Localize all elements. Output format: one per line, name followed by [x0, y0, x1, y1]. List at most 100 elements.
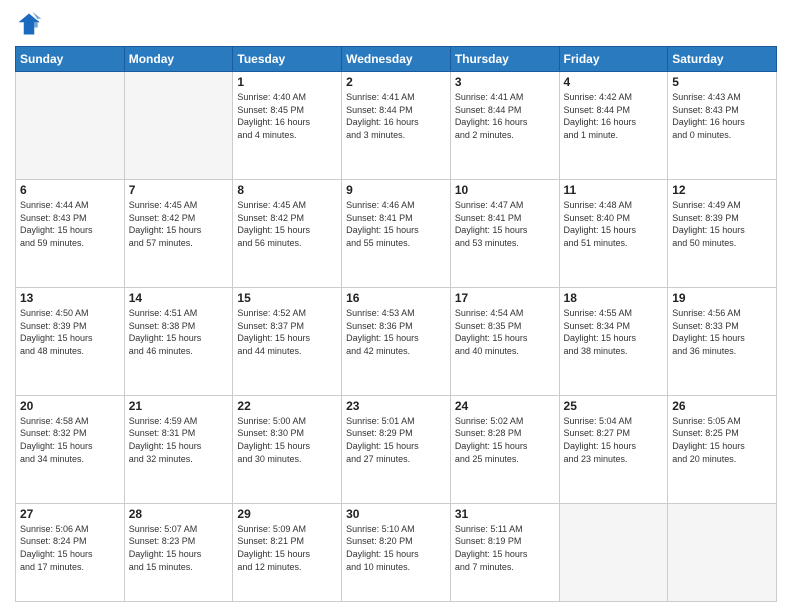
day-number: 9 — [346, 183, 446, 197]
day-number: 19 — [672, 291, 772, 305]
day-number: 10 — [455, 183, 555, 197]
day-info: Sunrise: 4:45 AM Sunset: 8:42 PM Dayligh… — [237, 199, 337, 249]
day-info: Sunrise: 4:51 AM Sunset: 8:38 PM Dayligh… — [129, 307, 229, 357]
day-info: Sunrise: 4:55 AM Sunset: 8:34 PM Dayligh… — [564, 307, 664, 357]
week-row-5: 27 Sunrise: 5:06 AM Sunset: 8:24 PM Dayli… — [16, 503, 777, 601]
day-info: Sunrise: 4:59 AM Sunset: 8:31 PM Dayligh… — [129, 415, 229, 465]
calendar-cell: 8 Sunrise: 4:45 AM Sunset: 8:42 PM Daylig… — [233, 179, 342, 287]
day-info: Sunrise: 4:58 AM Sunset: 8:32 PM Dayligh… — [20, 415, 120, 465]
day-number: 29 — [237, 507, 337, 521]
day-number: 20 — [20, 399, 120, 413]
day-info: Sunrise: 5:05 AM Sunset: 8:25 PM Dayligh… — [672, 415, 772, 465]
day-number: 17 — [455, 291, 555, 305]
calendar-cell: 16Sunrise: 4:53 AM Sunset: 8:36 PM Dayli… — [342, 287, 451, 395]
calendar-cell: 11 Sunrise: 4:48 AM Sunset: 8:40 PM Dayli… — [559, 179, 668, 287]
day-number: 22 — [237, 399, 337, 413]
weekday-header-monday: Monday — [124, 47, 233, 72]
day-number: 24 — [455, 399, 555, 413]
weekday-header-wednesday: Wednesday — [342, 47, 451, 72]
day-number: 14 — [129, 291, 229, 305]
calendar-cell: 7 Sunrise: 4:45 AM Sunset: 8:42 PM Daylig… — [124, 179, 233, 287]
day-info: Sunrise: 4:44 AM Sunset: 8:43 PM Dayligh… — [20, 199, 120, 249]
day-info: Sunrise: 4:54 AM Sunset: 8:35 PM Dayligh… — [455, 307, 555, 357]
day-info: Sunrise: 4:48 AM Sunset: 8:40 PM Dayligh… — [564, 199, 664, 249]
calendar-cell: 28 Sunrise: 5:07 AM Sunset: 8:23 PM Dayli… — [124, 503, 233, 601]
day-number: 11 — [564, 183, 664, 197]
day-number: 3 — [455, 75, 555, 89]
day-number: 5 — [672, 75, 772, 89]
calendar-cell: 24 Sunrise: 5:02 AM Sunset: 8:28 PM Dayli… — [450, 395, 559, 503]
day-number: 30 — [346, 507, 446, 521]
day-number: 26 — [672, 399, 772, 413]
day-number: 27 — [20, 507, 120, 521]
calendar-cell: 6 Sunrise: 4:44 AM Sunset: 8:43 PM Daylig… — [16, 179, 125, 287]
calendar-cell: 12 Sunrise: 4:49 AM Sunset: 8:39 PM Dayli… — [668, 179, 777, 287]
weekday-header-row: SundayMondayTuesdayWednesdayThursdayFrid… — [16, 47, 777, 72]
weekday-header-saturday: Saturday — [668, 47, 777, 72]
day-info: Sunrise: 5:11 AM Sunset: 8:19 PM Dayligh… — [455, 523, 555, 573]
day-info: Sunrise: 5:04 AM Sunset: 8:27 PM Dayligh… — [564, 415, 664, 465]
day-number: 18 — [564, 291, 664, 305]
day-info: Sunrise: 4:53 AM Sunset: 8:36 PM Dayligh… — [346, 307, 446, 357]
day-info: Sunrise: 4:40 AM Sunset: 8:45 PM Dayligh… — [237, 91, 337, 141]
week-row-3: 13 Sunrise: 4:50 AM Sunset: 8:39 PM Dayli… — [16, 287, 777, 395]
calendar: SundayMondayTuesdayWednesdayThursdayFrid… — [15, 46, 777, 602]
calendar-cell: 19 Sunrise: 4:56 AM Sunset: 8:33 PM Dayli… — [668, 287, 777, 395]
logo-icon — [15, 10, 43, 38]
day-info: Sunrise: 5:06 AM Sunset: 8:24 PM Dayligh… — [20, 523, 120, 573]
calendar-cell: 14 Sunrise: 4:51 AM Sunset: 8:38 PM Dayli… — [124, 287, 233, 395]
day-number: 6 — [20, 183, 120, 197]
weekday-header-tuesday: Tuesday — [233, 47, 342, 72]
day-number: 15 — [237, 291, 337, 305]
calendar-cell: 18 Sunrise: 4:55 AM Sunset: 8:34 PM Dayli… — [559, 287, 668, 395]
calendar-cell: 3 Sunrise: 4:41 AM Sunset: 8:44 PM Daylig… — [450, 72, 559, 180]
calendar-cell: 15 Sunrise: 4:52 AM Sunset: 8:37 PM Dayli… — [233, 287, 342, 395]
calendar-cell: 30Sunrise: 5:10 AM Sunset: 8:20 PM Dayli… — [342, 503, 451, 601]
logo — [15, 10, 47, 38]
day-number: 13 — [20, 291, 120, 305]
calendar-cell: 26 Sunrise: 5:05 AM Sunset: 8:25 PM Dayli… — [668, 395, 777, 503]
day-number: 28 — [129, 507, 229, 521]
calendar-cell — [668, 503, 777, 601]
calendar-cell: 4Sunrise: 4:42 AM Sunset: 8:44 PM Daylig… — [559, 72, 668, 180]
calendar-cell: 20 Sunrise: 4:58 AM Sunset: 8:32 PM Dayli… — [16, 395, 125, 503]
calendar-cell — [559, 503, 668, 601]
day-info: Sunrise: 4:46 AM Sunset: 8:41 PM Dayligh… — [346, 199, 446, 249]
weekday-header-thursday: Thursday — [450, 47, 559, 72]
day-number: 7 — [129, 183, 229, 197]
calendar-cell: 23Sunrise: 5:01 AM Sunset: 8:29 PM Dayli… — [342, 395, 451, 503]
day-info: Sunrise: 5:00 AM Sunset: 8:30 PM Dayligh… — [237, 415, 337, 465]
day-info: Sunrise: 4:41 AM Sunset: 8:44 PM Dayligh… — [346, 91, 446, 141]
week-row-2: 6 Sunrise: 4:44 AM Sunset: 8:43 PM Daylig… — [16, 179, 777, 287]
week-row-1: 1 Sunrise: 4:40 AM Sunset: 8:45 PM Daylig… — [16, 72, 777, 180]
day-info: Sunrise: 4:45 AM Sunset: 8:42 PM Dayligh… — [129, 199, 229, 249]
day-info: Sunrise: 4:56 AM Sunset: 8:33 PM Dayligh… — [672, 307, 772, 357]
calendar-cell: 2Sunrise: 4:41 AM Sunset: 8:44 PM Daylig… — [342, 72, 451, 180]
weekday-header-friday: Friday — [559, 47, 668, 72]
calendar-cell: 21Sunrise: 4:59 AM Sunset: 8:31 PM Dayli… — [124, 395, 233, 503]
page: SundayMondayTuesdayWednesdayThursdayFrid… — [0, 0, 792, 612]
day-number: 4 — [564, 75, 664, 89]
header — [15, 10, 777, 38]
calendar-cell: 17 Sunrise: 4:54 AM Sunset: 8:35 PM Dayli… — [450, 287, 559, 395]
calendar-cell: 13 Sunrise: 4:50 AM Sunset: 8:39 PM Dayli… — [16, 287, 125, 395]
day-number: 25 — [564, 399, 664, 413]
day-info: Sunrise: 4:41 AM Sunset: 8:44 PM Dayligh… — [455, 91, 555, 141]
week-row-4: 20 Sunrise: 4:58 AM Sunset: 8:32 PM Dayli… — [16, 395, 777, 503]
day-info: Sunrise: 4:50 AM Sunset: 8:39 PM Dayligh… — [20, 307, 120, 357]
day-info: Sunrise: 4:49 AM Sunset: 8:39 PM Dayligh… — [672, 199, 772, 249]
day-info: Sunrise: 4:47 AM Sunset: 8:41 PM Dayligh… — [455, 199, 555, 249]
calendar-cell — [16, 72, 125, 180]
day-number: 12 — [672, 183, 772, 197]
calendar-cell: 1 Sunrise: 4:40 AM Sunset: 8:45 PM Daylig… — [233, 72, 342, 180]
day-info: Sunrise: 5:07 AM Sunset: 8:23 PM Dayligh… — [129, 523, 229, 573]
calendar-cell — [124, 72, 233, 180]
day-number: 1 — [237, 75, 337, 89]
calendar-cell: 22 Sunrise: 5:00 AM Sunset: 8:30 PM Dayli… — [233, 395, 342, 503]
calendar-cell: 27 Sunrise: 5:06 AM Sunset: 8:24 PM Dayli… — [16, 503, 125, 601]
day-number: 8 — [237, 183, 337, 197]
day-info: Sunrise: 5:02 AM Sunset: 8:28 PM Dayligh… — [455, 415, 555, 465]
calendar-cell: 9 Sunrise: 4:46 AM Sunset: 8:41 PM Daylig… — [342, 179, 451, 287]
day-info: Sunrise: 4:52 AM Sunset: 8:37 PM Dayligh… — [237, 307, 337, 357]
calendar-cell: 10 Sunrise: 4:47 AM Sunset: 8:41 PM Dayli… — [450, 179, 559, 287]
